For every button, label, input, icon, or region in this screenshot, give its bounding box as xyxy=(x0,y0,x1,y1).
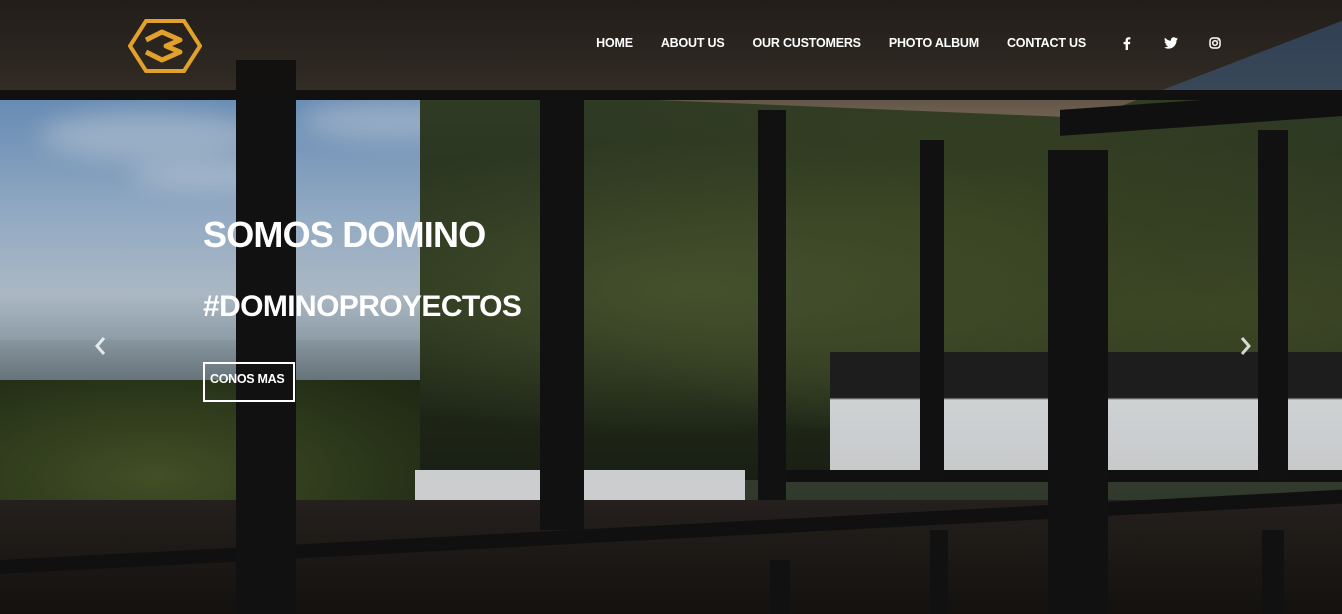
carousel-prev-button[interactable] xyxy=(92,335,108,357)
nav-about-us[interactable]: ABOUT US xyxy=(661,36,725,50)
nav-our-customers[interactable]: OUR CUSTOMERS xyxy=(753,36,861,50)
domino-hexagon-logo-icon xyxy=(127,19,203,73)
nav-photo-album[interactable]: PHOTO ALBUM xyxy=(889,36,979,50)
top-navbar: HOME ABOUT US OUR CUSTOMERS PHOTO ALBUM … xyxy=(0,0,1342,96)
conos-mas-button[interactable]: CONOS MAS xyxy=(203,362,295,402)
nav-contact-us[interactable]: CONTACT US xyxy=(1007,36,1086,50)
facebook-icon[interactable] xyxy=(1120,36,1134,50)
nav-home[interactable]: HOME xyxy=(596,36,633,50)
chevron-left-icon xyxy=(95,337,106,355)
instagram-icon[interactable] xyxy=(1208,36,1222,50)
chevron-right-icon xyxy=(1240,337,1251,355)
domino-logo[interactable] xyxy=(127,18,203,74)
hero-subtitle: #DOMINOPROYECTOS xyxy=(203,290,522,323)
hero-title: SOMOS DOMINO xyxy=(203,214,486,255)
hero-caption: SOMOS DOMINO #DOMINOPROYECTOS CONOS MAS xyxy=(203,214,522,402)
main-nav: HOME ABOUT US OUR CUSTOMERS PHOTO ALBUM … xyxy=(596,36,1222,50)
carousel-next-button[interactable] xyxy=(1238,335,1254,357)
twitter-icon[interactable] xyxy=(1164,36,1178,50)
social-links xyxy=(1120,36,1222,50)
